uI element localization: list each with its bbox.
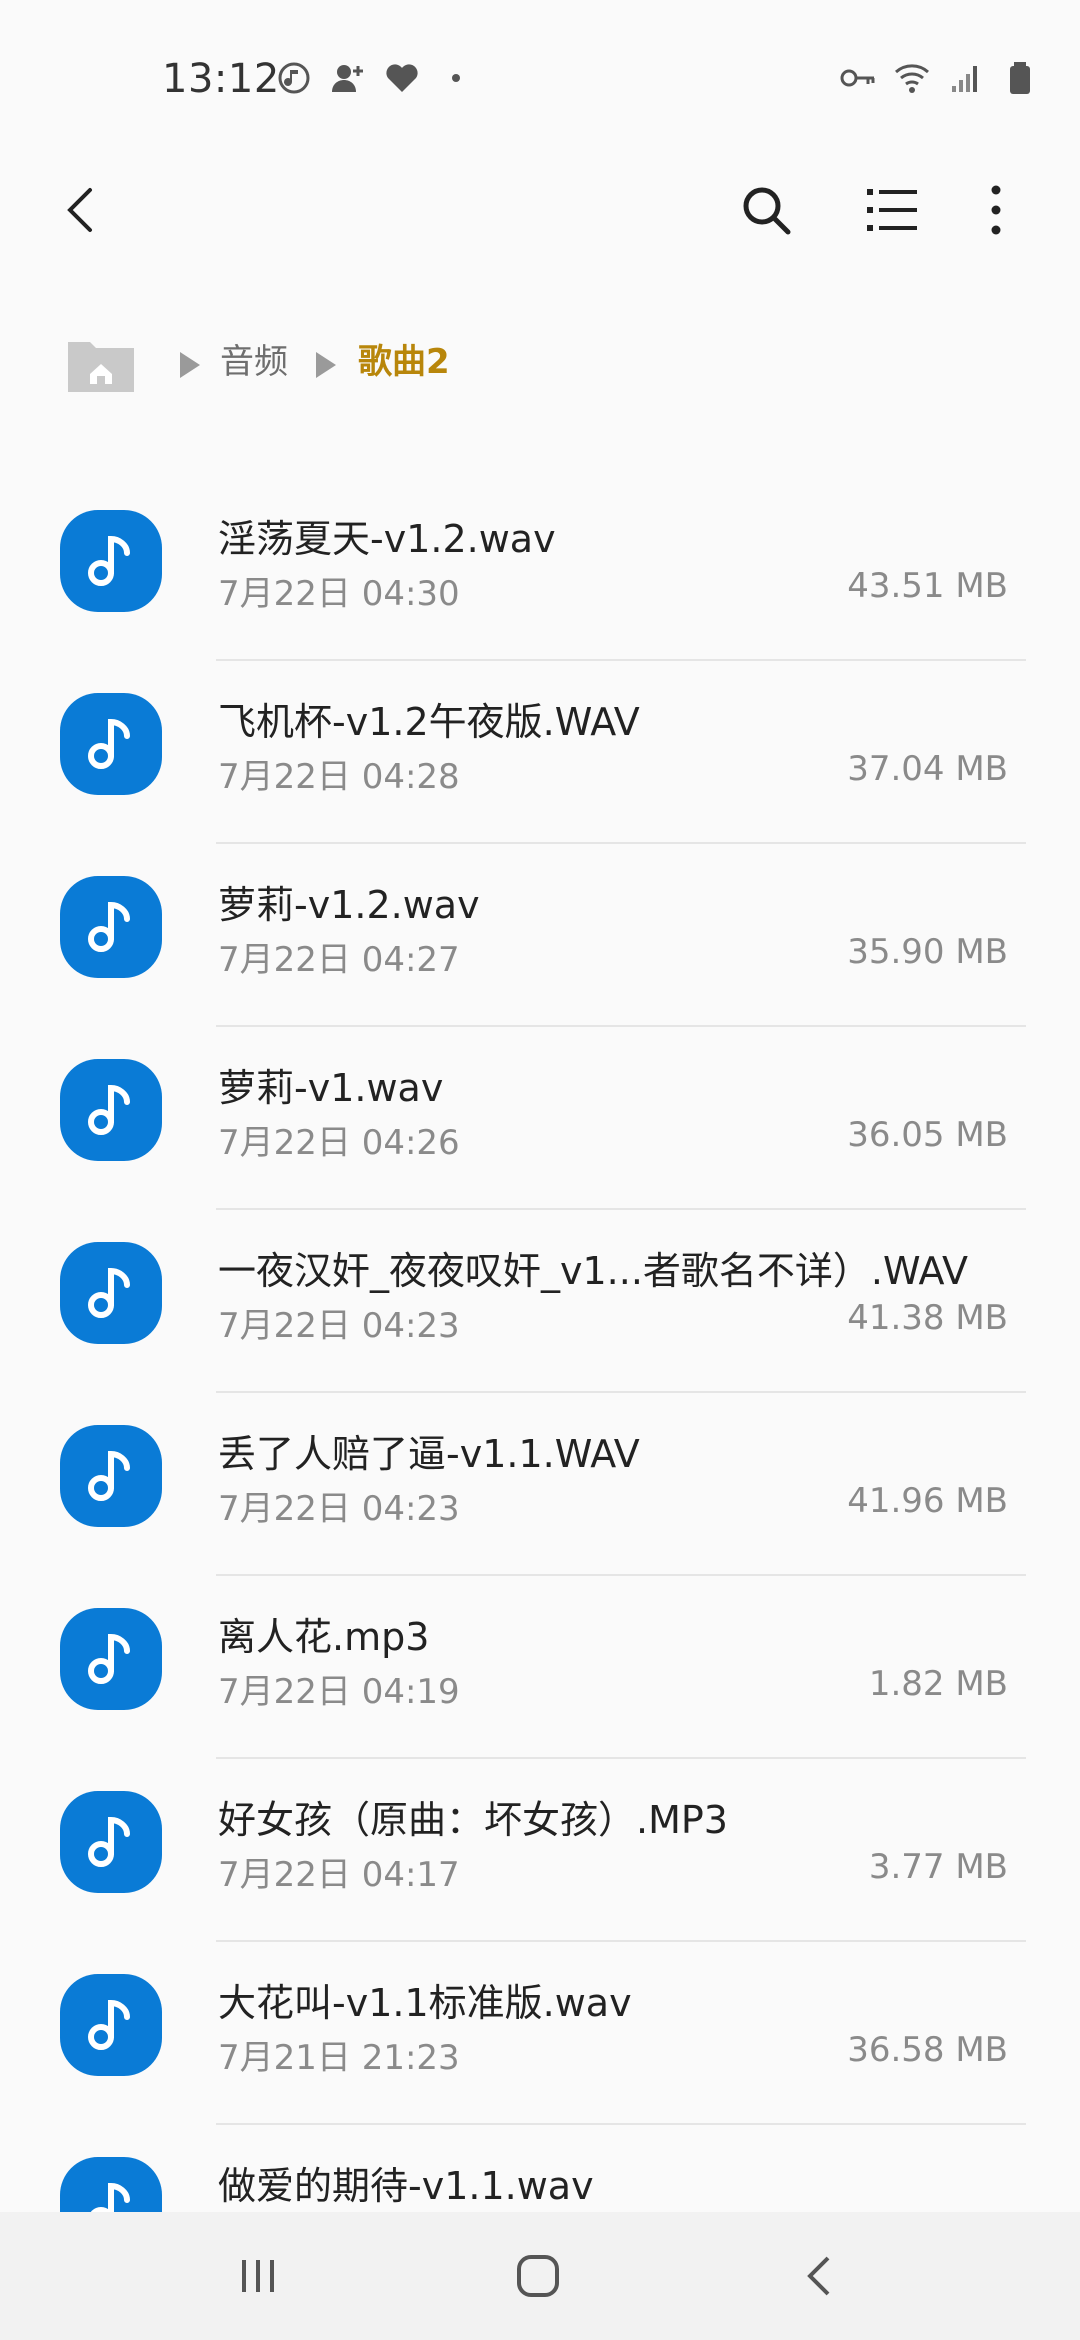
music-file-icon [60,1974,162,2076]
more-vert-icon [991,185,1001,235]
breadcrumb-separator-icon [180,352,200,378]
file-name: 萝莉-v1.2.wav [218,883,480,927]
battery-icon [1000,58,1040,98]
file-size: 36.58 MB [847,2030,1008,2070]
file-size: 41.38 MB [847,1298,1008,1338]
file-row[interactable]: 萝莉-v1.2.wav 7月22日 04:27 35.90 MB [0,844,1080,1027]
heart-icon [382,58,422,98]
home-icon [517,2255,559,2297]
status-bar: 13:12 [0,0,1080,160]
home-button[interactable] [508,2246,568,2306]
file-name: 淫荡夏天-v1.2.wav [218,517,556,561]
nav-back-button[interactable] [790,2246,850,2306]
file-date: 7月22日 04:23 [218,1306,460,1346]
file-name: 一夜汉奸_夜夜叹奸_v1...者歌名不详）.WAV [218,1249,969,1293]
music-note-icon [88,1450,130,1501]
music-file-icon [60,1242,162,1344]
music-note-icon [88,901,130,952]
music-note-icon [88,535,130,586]
music-note-icon [88,1633,130,1684]
list-view-button[interactable] [862,180,922,240]
music-file-icon [60,876,162,978]
file-list: 淫荡夏天-v1.2.wav 7月22日 04:30 43.51 MB 飞机杯-v1.2… [0,478,1080,2308]
back-arrow-icon [67,188,92,232]
file-date: 7月22日 04:27 [218,940,460,980]
file-date: 7月22日 04:26 [218,1123,460,1163]
file-name: 做爱的期待-v1.1.wav [218,2164,594,2208]
music-file-icon [60,510,162,612]
back-button[interactable] [52,180,112,240]
music-sync-icon [274,58,314,98]
file-row[interactable]: 一夜汉奸_夜夜叹奸_v1...者歌名不详）.WAV 7月22日 04:23 41.3… [0,1210,1080,1393]
search-icon [743,187,791,235]
more-options-button[interactable] [966,180,1026,240]
file-name: 萝莉-v1.wav [218,1066,444,1110]
file-date: 7月22日 04:30 [218,574,460,614]
file-name: 离人花.mp3 [218,1615,430,1659]
music-file-icon [60,1059,162,1161]
music-note-icon [88,718,130,769]
file-size: 41.96 MB [847,1481,1008,1521]
breadcrumb-current[interactable]: 歌曲2 [358,342,450,382]
breadcrumb-separator-icon [316,352,336,378]
file-size: 36.05 MB [847,1115,1008,1155]
status-left-icons [274,58,476,98]
person-add-icon [328,58,368,98]
file-row[interactable]: 好女孩（原曲：坏女孩）.MP3 7月22日 04:17 3.77 MB [0,1759,1080,1942]
home-folder-icon [68,342,134,392]
file-date: 7月22日 04:28 [218,757,460,797]
nav-back-icon [807,2256,830,2296]
music-file-icon [60,1425,162,1527]
file-row[interactable]: 飞机杯-v1.2午夜版.WAV 7月22日 04:28 37.04 MB [0,661,1080,844]
breadcrumb: 音频 歌曲2 [0,320,1080,410]
file-date: 7月22日 04:17 [218,1855,460,1895]
file-name: 飞机杯-v1.2午夜版.WAV [218,700,640,744]
file-size: 1.82 MB [868,1664,1008,1704]
file-size: 35.90 MB [847,932,1008,972]
file-date: 7月22日 04:23 [218,1489,460,1529]
file-name: 好女孩（原曲：坏女孩）.MP3 [218,1798,728,1842]
music-note-icon [88,1999,130,2050]
music-file-icon [60,693,162,795]
signal-icon [946,58,986,98]
status-time: 13:12 [162,56,280,102]
music-file-icon [60,1791,162,1893]
music-note-icon [88,1084,130,1135]
file-row[interactable]: 淫荡夏天-v1.2.wav 7月22日 04:30 43.51 MB [0,478,1080,661]
navigation-bar [0,2212,1080,2340]
file-row[interactable]: 离人花.mp3 7月22日 04:19 1.82 MB [0,1576,1080,1759]
file-size: 43.51 MB [847,566,1008,606]
file-size: 37.04 MB [847,749,1008,789]
file-name: 大花叫-v1.1标准版.wav [218,1981,632,2025]
file-date: 7月21日 21:23 [218,2038,460,2078]
file-size: 3.77 MB [868,1847,1008,1887]
file-row[interactable]: 丢了人赔了逼-v1.1.WAV 7月22日 04:23 41.96 MB [0,1393,1080,1576]
music-note-icon [88,1267,130,1318]
breadcrumb-home[interactable] [64,332,138,396]
recent-apps-button[interactable] [228,2246,288,2306]
file-row[interactable]: 萝莉-v1.wav 7月22日 04:26 36.05 MB [0,1027,1080,1210]
dot-icon [436,58,476,98]
file-row[interactable]: 大花叫-v1.1标准版.wav 7月21日 21:23 36.58 MB [0,1942,1080,2125]
file-date: 7月22日 04:19 [218,1672,460,1712]
wifi-icon [892,58,932,98]
music-note-icon [88,1816,130,1867]
music-file-icon [60,1608,162,1710]
key-icon [838,58,878,98]
status-right-icons [838,58,1040,98]
file-name: 丢了人赔了逼-v1.1.WAV [218,1432,640,1476]
breadcrumb-parent[interactable]: 音频 [220,342,288,382]
list-view-icon [867,189,917,231]
recent-apps-icon [242,2260,274,2292]
search-button[interactable] [736,180,796,240]
app-bar [0,160,1080,260]
